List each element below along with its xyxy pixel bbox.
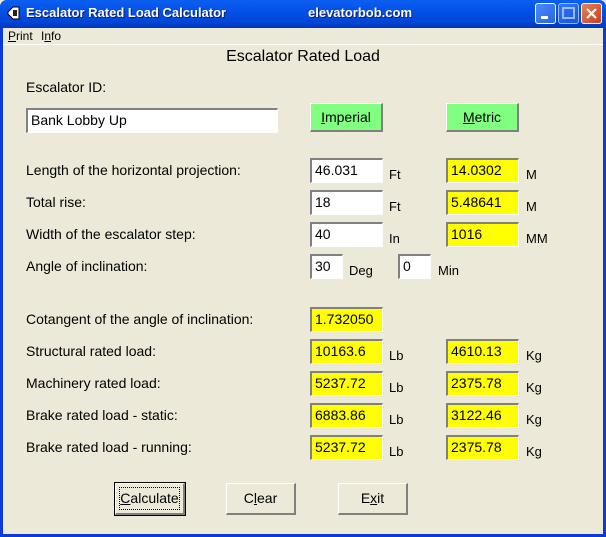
menu-print-accel: P [8, 29, 17, 43]
machinery-load-label: Machinery rated load: [26, 375, 161, 391]
total-rise-unit: Ft [389, 199, 401, 214]
angle-degrees-unit: Deg [349, 263, 373, 278]
metric-button[interactable]: Metric [446, 103, 519, 132]
total-rise-metric-output: 5.48641 [446, 190, 519, 215]
minimize-button[interactable] [535, 3, 556, 24]
metric-rest: etric [474, 109, 502, 125]
clear-rest: ear [257, 490, 278, 506]
structural-load-kg-unit: Kg [526, 348, 542, 363]
clear-button[interactable]: Clear [226, 483, 296, 515]
title-bar[interactable]: Escalator Rated Load Calculator elevator… [0, 0, 606, 28]
close-button[interactable] [581, 3, 602, 24]
cotangent-label: Cotangent of the angle of inclination: [26, 311, 254, 327]
machinery-load-lb-unit: Lb [389, 380, 404, 395]
exit-pre: E [360, 490, 371, 506]
step-width-label: Width of the escalator step: [26, 226, 196, 242]
clear-pre: C [243, 490, 254, 506]
brake-static-lb-unit: Lb [389, 412, 404, 427]
client-area: Print Info Escalator Rated Load Escalato… [3, 28, 603, 534]
maximize-button[interactable] [558, 3, 579, 24]
exit-button[interactable]: Exit [338, 483, 408, 515]
angle-label: Angle of inclination: [26, 258, 148, 274]
menu-info-rest: fo [51, 29, 62, 43]
angle-minutes-unit: Min [438, 263, 459, 278]
angle-degrees-input[interactable]: 30 [310, 254, 343, 279]
step-width-unit: In [389, 231, 400, 246]
step-width-metric-output: 1016 [446, 222, 519, 247]
structural-load-lb-output: 10163.6 [310, 339, 383, 364]
brake-running-kg-unit: Kg [526, 444, 542, 459]
structural-load-label: Structural rated load: [26, 343, 156, 359]
app-window: Escalator Rated Load Calculator elevator… [0, 0, 606, 537]
window-subtitle: elevatorbob.com [308, 5, 413, 20]
horizontal-projection-metric-unit: M [526, 167, 537, 182]
metric-accel: M [462, 109, 475, 125]
page-heading: Escalator Rated Load [226, 48, 380, 65]
brake-static-kg-output: 3122.46 [446, 403, 519, 428]
angle-minutes-input[interactable]: 0 [398, 254, 431, 279]
horizontal-projection-input[interactable]: 46.031 [310, 158, 383, 183]
step-width-metric-unit: MM [526, 231, 548, 246]
maximize-icon [562, 7, 575, 19]
menu-print-rest: rint [16, 29, 33, 43]
window-title: Escalator Rated Load Calculator [26, 5, 227, 20]
total-rise-metric-unit: M [526, 199, 537, 214]
machinery-load-lb-output: 5237.72 [310, 371, 383, 396]
menu-bar: Print Info [3, 28, 603, 45]
structural-load-lb-unit: Lb [389, 348, 404, 363]
brake-static-lb-output: 6883.86 [310, 403, 383, 428]
brake-running-lb-output: 5237.72 [310, 435, 383, 460]
escalator-id-label: Escalator ID: [26, 79, 107, 95]
cotangent-output: 1.732050 [310, 307, 383, 332]
horizontal-projection-metric-output: 14.0302 [446, 158, 519, 183]
menu-print[interactable]: Print [8, 29, 33, 43]
escalator-id-input[interactable]: Bank Lobby Up [26, 108, 278, 133]
brake-static-kg-unit: Kg [526, 412, 542, 427]
total-rise-input[interactable]: 18 [310, 190, 383, 215]
menu-info[interactable]: Info [41, 29, 61, 43]
calculate-button[interactable]: Calculate [114, 482, 186, 516]
brake-static-label: Brake rated load - static: [26, 407, 178, 423]
focus-rectangle [119, 487, 180, 510]
app-icon [7, 6, 20, 20]
total-rise-label: Total rise: [26, 194, 86, 210]
brake-running-lb-unit: Lb [389, 444, 404, 459]
minimize-icon [541, 16, 548, 19]
horizontal-projection-unit: Ft [389, 167, 401, 182]
machinery-load-kg-output: 2375.78 [446, 371, 519, 396]
brake-running-kg-output: 2375.78 [446, 435, 519, 460]
imperial-rest: mperial [324, 109, 371, 125]
structural-load-kg-output: 4610.13 [446, 339, 519, 364]
horizontal-projection-label: Length of the horizontal projection: [26, 162, 241, 178]
brake-running-label: Brake rated load - running: [26, 439, 192, 455]
machinery-load-kg-unit: Kg [526, 380, 542, 395]
step-width-input[interactable]: 40 [310, 222, 383, 247]
close-icon [586, 8, 597, 19]
imperial-button[interactable]: Imperial [310, 103, 383, 132]
exit-rest: it [377, 490, 385, 506]
